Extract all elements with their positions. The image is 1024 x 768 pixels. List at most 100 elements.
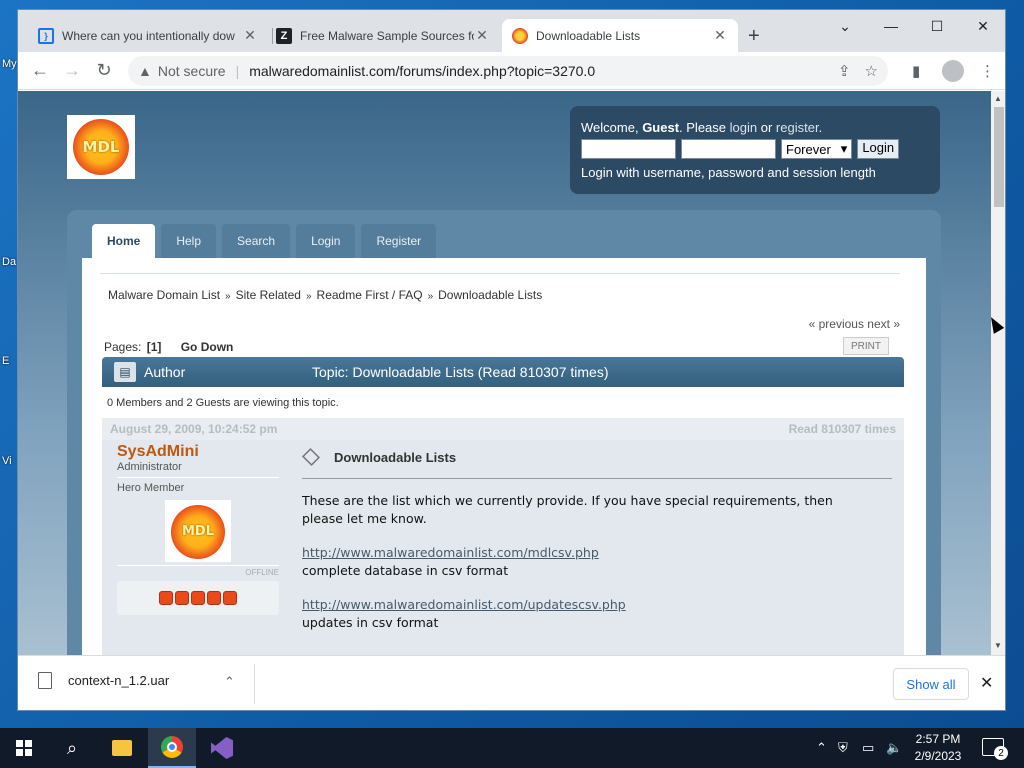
- guest-name: Guest: [642, 120, 680, 135]
- desktop-icon-label[interactable]: My: [2, 58, 17, 70]
- maximize-icon[interactable]: ☐: [914, 18, 960, 35]
- start-button[interactable]: [0, 728, 48, 768]
- desktop-icon-label[interactable]: Vi: [2, 455, 12, 467]
- login-button[interactable]: Login: [857, 139, 900, 159]
- login-link[interactable]: login: [730, 120, 757, 135]
- menu-help[interactable]: Help: [161, 224, 217, 258]
- show-all-button[interactable]: Show all: [893, 668, 969, 700]
- menu-register[interactable]: Register: [361, 224, 437, 258]
- forum-content: Malware Domain List » Site Related » Readme …: [82, 258, 926, 655]
- side-panel-icon[interactable]: ▮: [912, 56, 920, 86]
- download-item[interactable]: context-n_1.2.uar: [38, 672, 169, 689]
- breadcrumb: Malware Domain List » Site Related » Readme …: [108, 288, 542, 302]
- tab-free-malware[interactable]: Z Free Malware Sample Sources fo ✕: [266, 19, 500, 52]
- desktop-icon-label[interactable]: E: [2, 355, 9, 367]
- tag-icon: [301, 447, 321, 467]
- mdl-avatar-icon: MDL: [171, 504, 225, 559]
- notification-count: 2: [994, 746, 1008, 760]
- rank-stars: [117, 581, 279, 615]
- tab-where-can-you[interactable]: } Where can you intentionally dow ✕: [28, 19, 268, 52]
- post-subject-text[interactable]: Downloadable Lists: [334, 450, 456, 465]
- breadcrumb-item[interactable]: Downloadable Lists: [438, 288, 542, 302]
- tab-downloadable-lists[interactable]: Downloadable Lists ✕: [502, 19, 738, 52]
- volume-icon[interactable]: 🔈: [886, 728, 902, 768]
- menu-search[interactable]: Search: [222, 224, 291, 258]
- menu-kebab-icon[interactable]: ⋮: [980, 56, 995, 86]
- tab-title: Downloadable Lists: [536, 28, 641, 43]
- profile-avatar[interactable]: [942, 56, 964, 86]
- chrome-button[interactable]: [148, 728, 196, 768]
- page-scrollbar[interactable]: ▲ ▼: [991, 91, 1005, 655]
- username-input[interactable]: [581, 139, 676, 159]
- go-down-link[interactable]: Go Down: [181, 340, 234, 354]
- close-icon[interactable]: ✕: [980, 673, 993, 693]
- back-icon[interactable]: ←: [24, 55, 56, 87]
- updatescsv-link[interactable]: http://www.malwaredomainlist.com/updates…: [302, 597, 626, 612]
- topic-icon: ▤: [114, 362, 136, 382]
- scroll-down-icon[interactable]: ▼: [994, 641, 1002, 650]
- register-link[interactable]: register: [776, 120, 819, 135]
- scroll-thumb[interactable]: [994, 107, 1004, 207]
- reload-icon[interactable]: ↻: [88, 55, 120, 87]
- breadcrumb-item[interactable]: Malware Domain List: [108, 288, 220, 302]
- address-bar[interactable]: ▲ Not secure | malwaredomainlist.com/for…: [128, 56, 888, 86]
- pagination: Pages: [1] Go Down: [104, 340, 233, 354]
- network-icon[interactable]: ▭: [862, 728, 874, 768]
- clock[interactable]: 2:57 PM 2/9/2023: [908, 731, 968, 765]
- tab-search-chevron-icon[interactable]: ⌄: [822, 18, 868, 35]
- chevron-up-icon[interactable]: ⌃: [224, 674, 235, 690]
- divider: [254, 664, 255, 704]
- viewing-info: 0 Members and 2 Guests are viewing this …: [107, 397, 339, 409]
- password-input[interactable]: [681, 139, 776, 159]
- site-logo[interactable]: MDL: [67, 115, 135, 179]
- not-secure-label[interactable]: Not secure: [158, 63, 226, 79]
- bookmark-star-icon[interactable]: ☆: [865, 62, 878, 80]
- divider: [302, 478, 892, 479]
- main-menu: Home Help Search Login Register: [92, 224, 442, 258]
- visual-studio-button[interactable]: [198, 728, 246, 768]
- clock-date: 2/9/2023: [914, 749, 962, 763]
- scroll-up-icon[interactable]: ▲: [994, 94, 1002, 103]
- post: August 29, 2009, 10:24:52 pm Read 810307…: [102, 418, 904, 655]
- new-tab-icon[interactable]: +: [748, 25, 760, 48]
- divider: [100, 273, 900, 274]
- avatar-icon: [942, 60, 964, 82]
- session-length-select[interactable]: Forever ▾: [781, 139, 853, 159]
- tab-strip: } Where can you intentionally dow ✕ Z Fr…: [18, 10, 1005, 52]
- breadcrumb-item[interactable]: Readme First / FAQ: [317, 288, 423, 302]
- post-line: These are the list which we currently pr…: [302, 493, 833, 508]
- poster-name[interactable]: SysAdMini: [117, 443, 279, 461]
- close-icon[interactable]: ✕: [712, 27, 728, 44]
- warning-icon[interactable]: ▲: [138, 63, 152, 79]
- hidden-icons-chevron-icon[interactable]: ⌃: [816, 728, 827, 768]
- search-icon[interactable]: ⌕: [48, 728, 96, 768]
- star-icon: [159, 591, 173, 605]
- share-icon[interactable]: ⇪: [838, 62, 851, 80]
- mdlcsv-link[interactable]: http://www.malwaredomainlist.com/mdlcsv.…: [302, 545, 599, 560]
- minimize-icon[interactable]: —: [868, 18, 914, 34]
- url-text[interactable]: malwaredomainlist.com/forums/index.php?t…: [249, 63, 595, 79]
- tab-title: Where can you intentionally dow: [62, 28, 235, 43]
- z-favicon-icon: Z: [276, 27, 292, 44]
- download-filename[interactable]: context-n_1.2.uar: [68, 673, 169, 688]
- breadcrumb-item[interactable]: Site Related: [236, 288, 301, 302]
- close-icon[interactable]: ✕: [242, 27, 258, 44]
- menu-home[interactable]: Home: [92, 224, 156, 258]
- omnibox-actions: ⇪ ☆: [838, 56, 878, 86]
- login-hint: Login with username, password and sessio…: [581, 165, 876, 180]
- window-close-icon[interactable]: ✕: [960, 18, 1005, 35]
- prev-next-links[interactable]: « previous next »: [809, 317, 900, 331]
- close-icon[interactable]: ✕: [474, 27, 490, 44]
- forward-icon[interactable]: →: [56, 55, 88, 87]
- menu-login[interactable]: Login: [296, 224, 356, 258]
- welcome-text: Welcome,: [581, 120, 639, 135]
- desktop-icon-label[interactable]: Da: [2, 256, 16, 268]
- breadcrumb-separator: »: [225, 291, 231, 302]
- windows-logo-icon: [16, 740, 32, 756]
- defender-icon[interactable]: ⛨: [838, 728, 848, 768]
- download-bar: context-n_1.2.uar ⌃ Show all ✕: [18, 655, 1005, 710]
- print-button[interactable]: PRINT: [843, 337, 889, 355]
- author-column-label: Author: [144, 364, 186, 380]
- topic-title: Topic: Downloadable Lists (Read 810307 t…: [312, 364, 609, 380]
- file-explorer-button[interactable]: [98, 728, 146, 768]
